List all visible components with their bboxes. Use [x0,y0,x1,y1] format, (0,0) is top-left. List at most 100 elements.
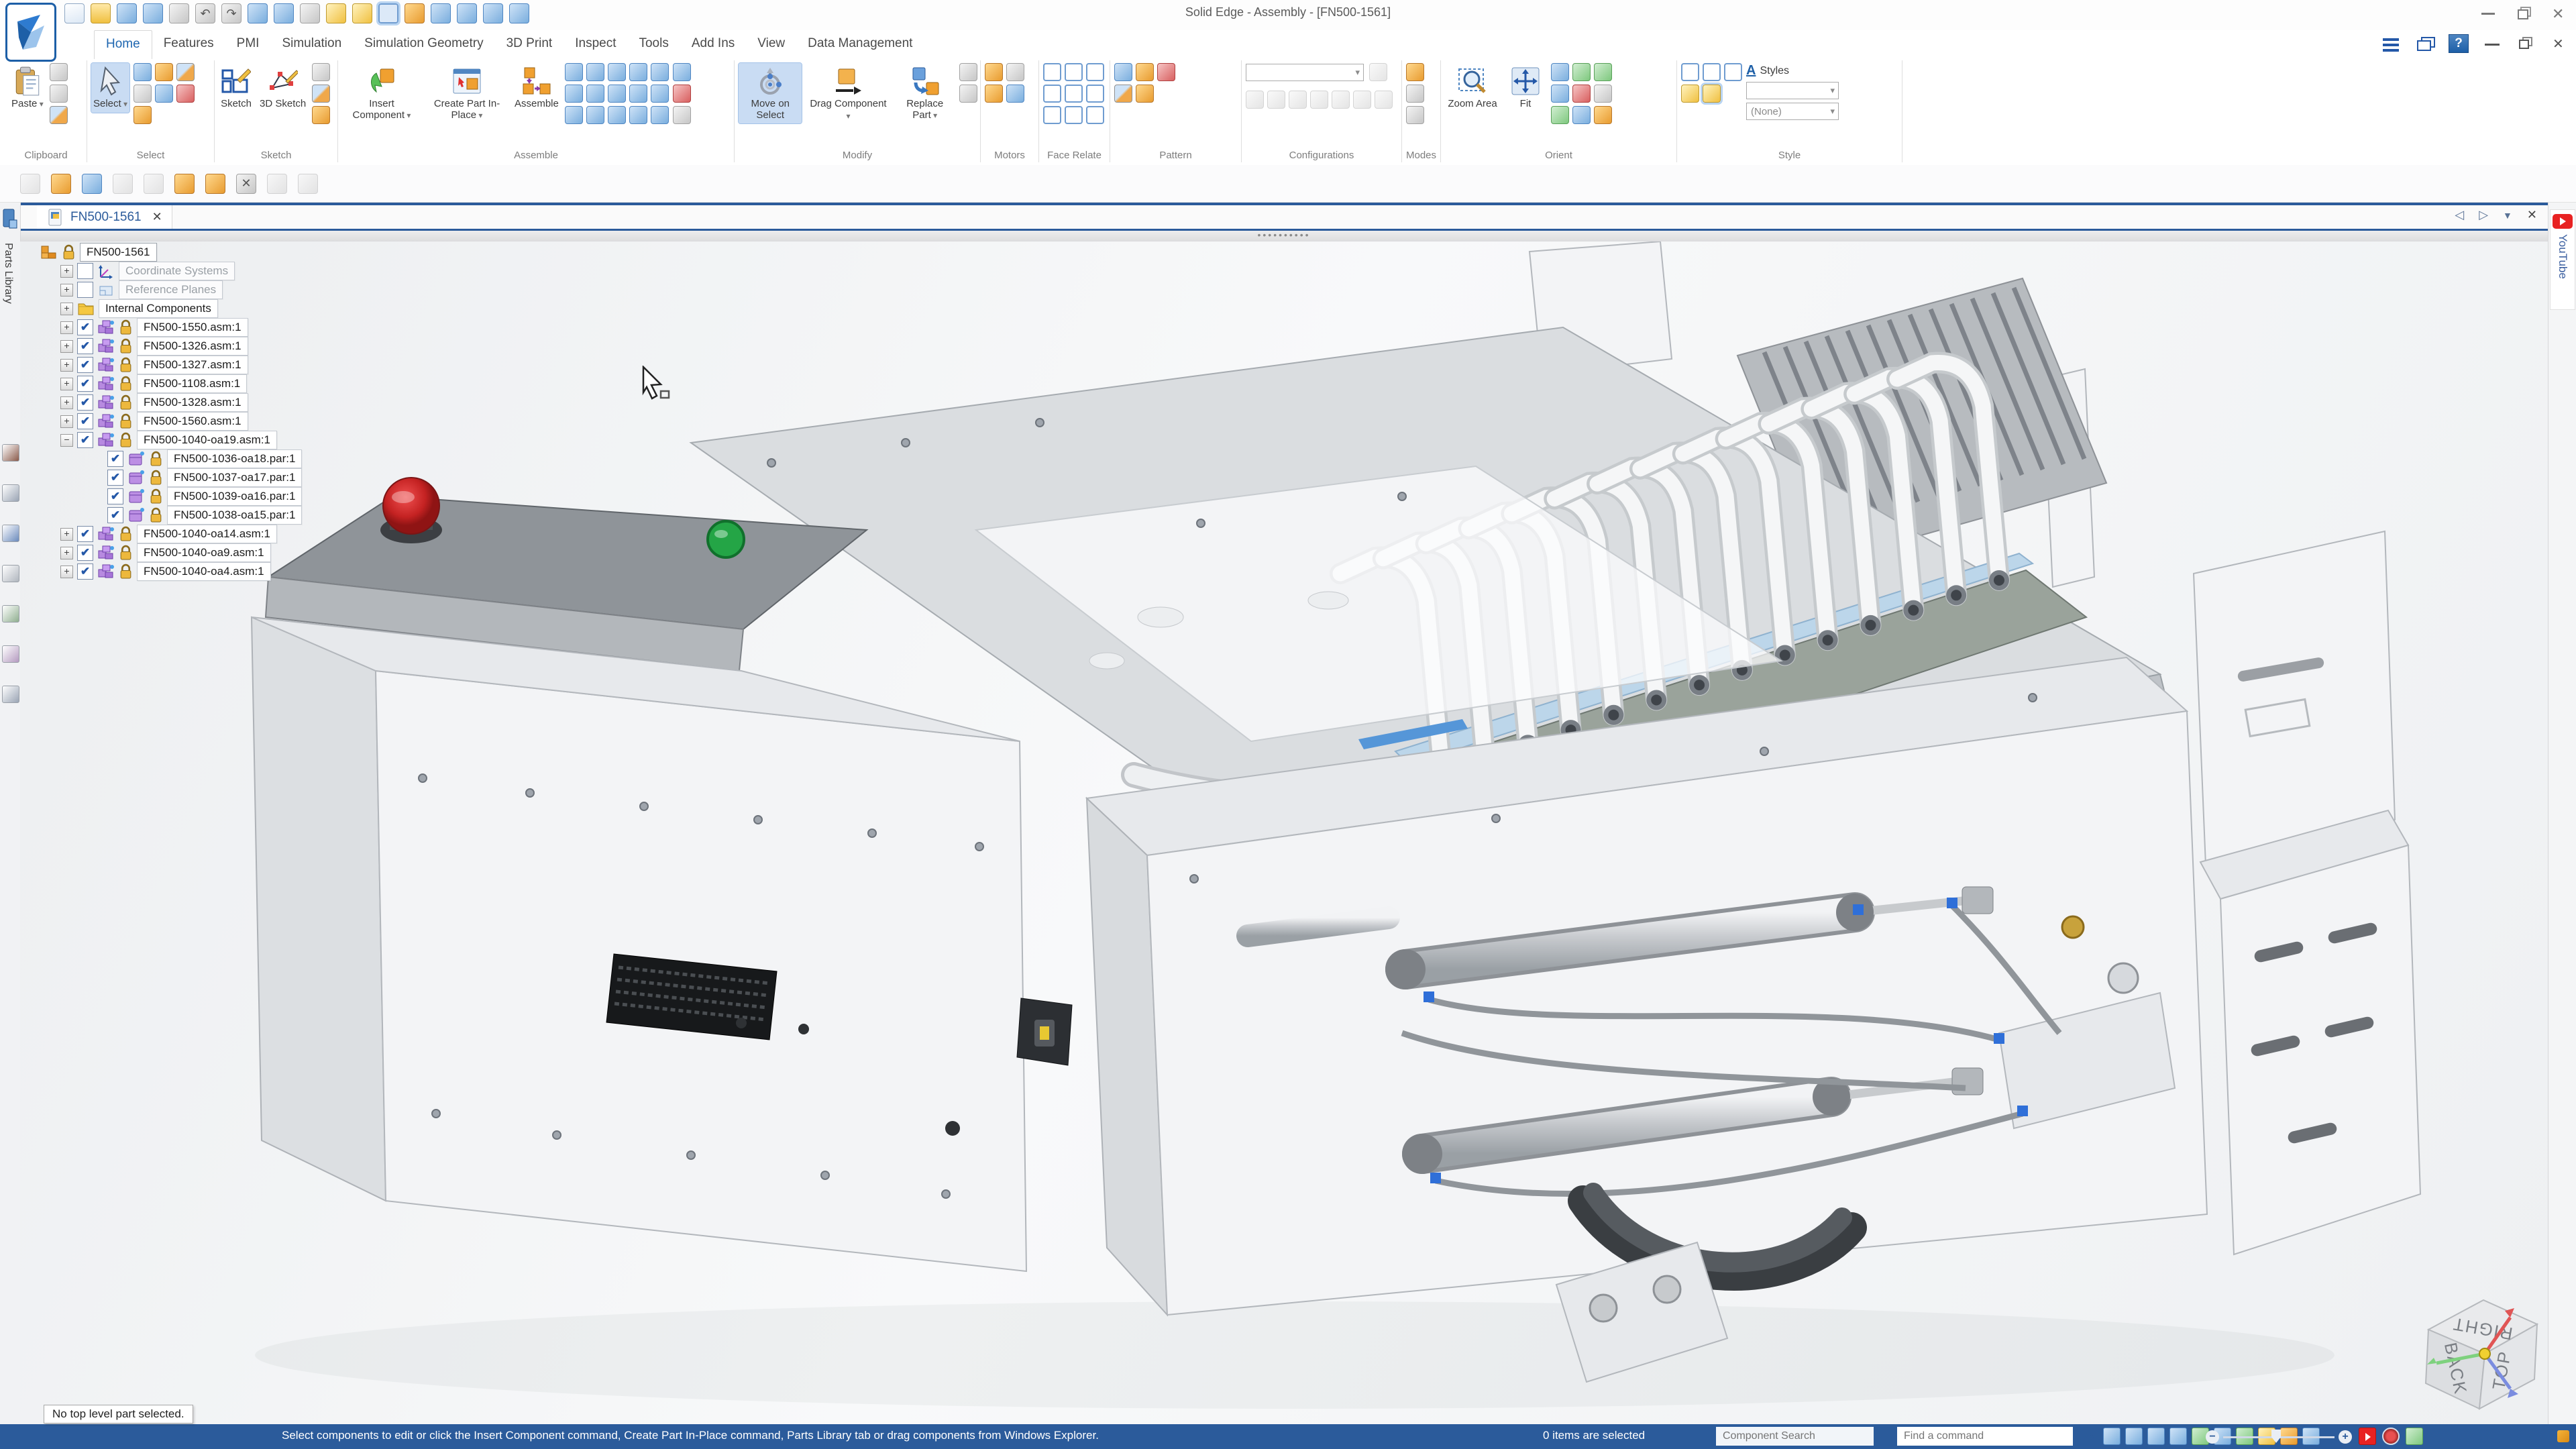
doc-close-icon[interactable] [2549,35,2569,52]
follow-path-icon[interactable] [1136,63,1154,81]
expand-icon[interactable]: + [60,340,73,353]
match-coordinate-icon[interactable] [651,63,669,81]
zoom-icon[interactable] [1551,63,1569,81]
center-plane-icon[interactable] [651,106,669,124]
expand-icon[interactable]: + [60,547,73,559]
gear-relation-icon[interactable] [629,85,647,103]
alternate-assemblies-icon[interactable] [2,484,19,502]
display-configuration-icon[interactable] [1246,91,1264,109]
coplanar-icon[interactable] [1043,63,1061,81]
selection-grid-icon[interactable] [174,174,195,194]
mirror-icon[interactable] [1157,63,1175,81]
rotate-cube-icon[interactable] [1572,63,1591,81]
clear-clip-icon[interactable] [1572,106,1591,124]
family-of-assemblies-icon[interactable] [2,444,19,462]
prompt-arrow-icon[interactable]: ➜ [2081,1428,2098,1445]
component-structure-icon[interactable] [20,174,40,194]
visibility-checkbox[interactable] [77,526,93,542]
connect-icon[interactable] [608,85,626,103]
expand-icon[interactable]: + [60,265,73,278]
minimize-button[interactable] [2479,5,2497,20]
pathfinder-item-label[interactable]: FN500-1037-oa17.par:1 [167,468,302,487]
corner-grip-icon[interactable] [2557,1430,2569,1442]
redo-icon[interactable]: ↷ [221,3,241,23]
part-cube-icon[interactable] [326,3,346,23]
axial-align-icon[interactable] [586,63,604,81]
visibility-checkbox[interactable] [77,432,93,448]
pathfinder-item-label[interactable]: Coordinate Systems [119,262,235,280]
pathfinder-item-label[interactable]: FN500-1561 [80,243,157,262]
previous-view-icon[interactable] [1594,63,1612,81]
tab-list-icon[interactable]: ▼ [2503,210,2512,221]
pathfinder-item-label[interactable]: FN500-1328.asm:1 [137,393,248,412]
address-book-icon[interactable] [274,3,294,23]
hidden-edge-cube-icon[interactable] [1703,63,1721,81]
move-components-icon[interactable] [959,63,977,81]
parallel-icon[interactable] [629,63,647,81]
flash-fit-icon[interactable] [565,63,583,81]
variable-table-icon[interactable] [405,3,425,23]
pattern-icon[interactable] [1114,63,1132,81]
3d-sketch-button[interactable]: 3D Sketch [258,63,308,112]
save-as-icon[interactable] [117,3,137,23]
pathfinder-item-label[interactable]: Internal Components [99,299,218,318]
select-component-icon[interactable] [176,85,195,103]
cam-icon[interactable] [586,106,604,124]
zoom-slider-thumb[interactable] [2271,1430,2281,1443]
tab-3d-print[interactable]: 3D Print [495,30,564,59]
visibility-checkbox[interactable] [77,376,93,392]
tab-tools[interactable]: Tools [627,30,680,59]
tab-view[interactable]: View [746,30,796,59]
zoom-slider[interactable]: − + [2206,1430,2352,1444]
create-part-in-place-button[interactable]: Create Part In-Place [425,63,508,124]
pathfinder-item-label[interactable]: FN500-1040-oa9.asm:1 [137,543,271,562]
sensors-icon[interactable] [2,565,19,582]
inspect-zoom-icon[interactable] [133,106,152,124]
move-sketch-icon[interactable] [312,85,330,103]
style-none-combo[interactable]: (None) [1746,103,1839,120]
document-tab-close-icon[interactable]: ✕ [148,210,162,224]
collapse-icon[interactable]: − [60,434,73,447]
component-search-input[interactable] [1716,1427,1874,1446]
display-options-icon[interactable] [2381,35,2402,52]
property-manager-icon[interactable] [248,3,268,23]
paste-button[interactable]: Paste [9,63,46,113]
select-button[interactable]: Select [91,63,129,113]
tab-pmi[interactable]: PMI [225,30,271,59]
visibility-checkbox[interactable] [77,394,93,411]
linear-motor-icon[interactable] [1006,63,1024,81]
rotation-motor-icon[interactable] [985,63,1003,81]
sketch-pencil-icon[interactable] [312,106,330,124]
parts-library-icon[interactable] [1,207,19,233]
engineering-reference-icon[interactable] [2,686,19,703]
close-tab-icon[interactable]: ✕ [2527,208,2537,222]
pathfinder-item-label[interactable]: Reference Planes [119,280,223,299]
expand-icon[interactable]: + [60,284,73,297]
duplicate-icon[interactable] [1114,85,1132,103]
simplify-icon[interactable] [1406,63,1424,81]
expand-icon[interactable]: + [60,566,73,578]
cut-icon[interactable] [50,63,68,81]
rigid-icon[interactable] [629,106,647,124]
visibility-checkbox[interactable] [107,451,123,467]
symmetric-icon[interactable] [1086,63,1104,81]
document-tab[interactable]: FN500-1561 ✕ [37,205,172,229]
camera-apply-icon[interactable] [1353,91,1371,109]
fit-button[interactable]: Fit [1504,63,1547,112]
tab-simulation-geometry[interactable]: Simulation Geometry [353,30,494,59]
pathfinder-item-label[interactable]: FN500-1326.asm:1 [137,337,248,356]
equal-radius-icon[interactable] [1086,85,1104,103]
clone-component-icon[interactable] [1136,85,1154,103]
spin-about-icon[interactable] [1572,85,1591,103]
coincident-icon[interactable] [1065,85,1083,103]
expand-icon[interactable]: + [60,303,73,315]
cancel-icon[interactable]: ✕ [236,174,256,194]
select-flip-icon[interactable] [483,3,503,23]
record-icon[interactable] [2382,1428,2400,1445]
save-configuration-icon[interactable] [1310,91,1328,109]
copy-list-icon[interactable] [298,174,318,194]
simulate-motor-icon[interactable] [1006,85,1024,103]
adjust-icon[interactable] [1406,85,1424,103]
open-icon[interactable] [91,3,111,23]
drag-component-button[interactable]: Drag Component [806,63,890,125]
